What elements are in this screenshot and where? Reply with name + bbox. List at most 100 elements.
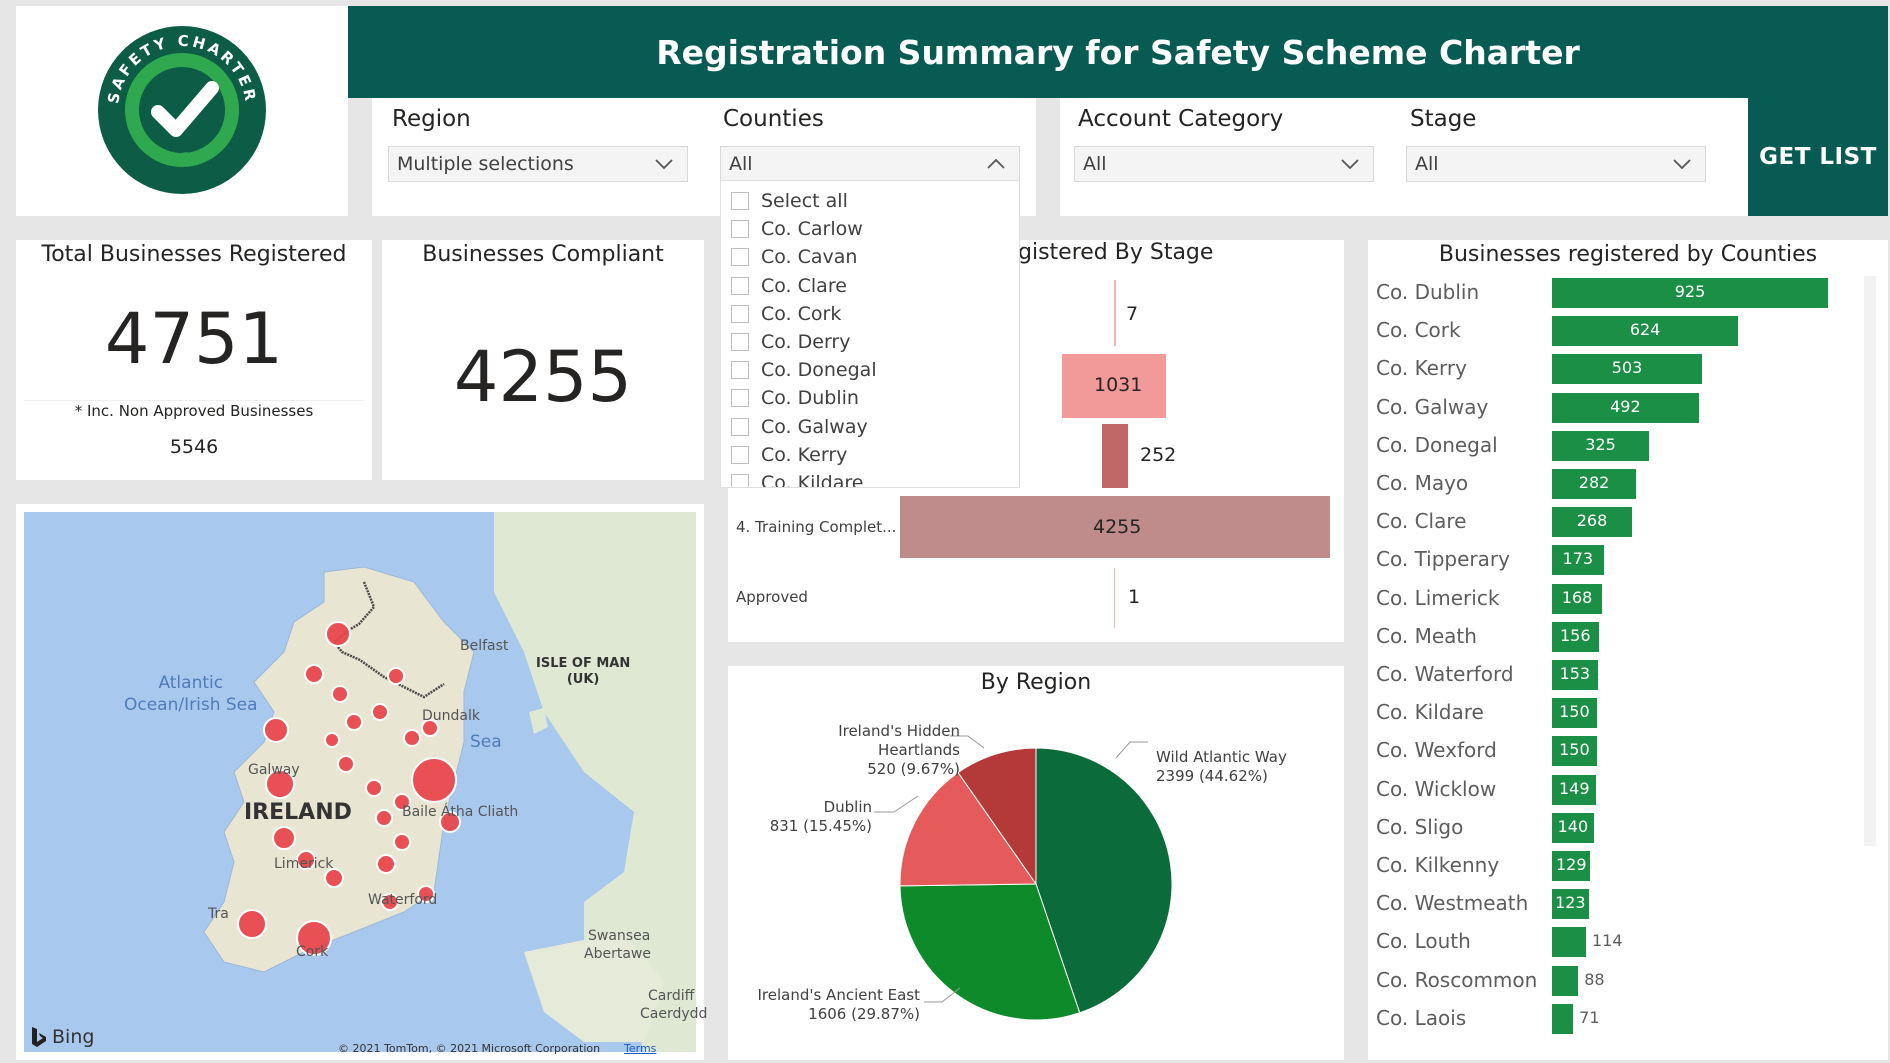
checkbox-icon[interactable]	[731, 417, 749, 436]
bing-label: Bing	[52, 1026, 95, 1048]
county-bar-value: 282	[1578, 473, 1610, 492]
county-bar-value: 129	[1555, 855, 1587, 874]
map-label-belfast: Belfast	[460, 638, 509, 654]
county-option[interactable]: Co. Derry	[731, 328, 851, 356]
county-option[interactable]: Co. Dublin	[731, 384, 859, 412]
checkbox-icon[interactable]	[731, 220, 749, 239]
county-bar-label: Co. Dublin	[1376, 280, 1480, 304]
account-category-dropdown[interactable]: All	[1074, 146, 1374, 182]
county-option-label: Co. Clare	[761, 274, 847, 297]
county-option[interactable]: Co. Clare	[731, 272, 847, 300]
stage-value: 1	[1128, 586, 1141, 608]
stage-dropdown-value: All	[1415, 153, 1439, 175]
county-bar-label: Co. Donegal	[1376, 432, 1498, 457]
stage-value: 7	[1126, 303, 1139, 325]
pie-label-name: Ireland's Ancient East	[757, 986, 920, 1004]
county-option-label: Select all	[761, 190, 848, 212]
county-option[interactable]: Co. Kerry	[731, 441, 847, 469]
bing-logo: Bing	[30, 1026, 94, 1048]
stage-value: 252	[1140, 444, 1177, 466]
county-bar-label: Co. Wexford	[1376, 738, 1497, 763]
page-title: Registration Summary for Safety Scheme C…	[348, 6, 1888, 98]
stage-row-label: 4. Training Complet...	[736, 518, 897, 536]
counties-dropdown[interactable]: All	[720, 146, 1020, 182]
county-bar-value: 71	[1579, 1007, 1600, 1027]
county-bar-label: Co. Kerry	[1376, 356, 1467, 381]
checkbox-icon[interactable]	[731, 389, 749, 408]
stage-bar[interactable]	[1114, 280, 1116, 346]
map-label-isle-of-man: ISLE OF MAN (UK)	[536, 656, 631, 687]
county-option-label: Co. Cavan	[761, 246, 858, 269]
pie-label-hidden-heartlands: Ireland's Hidden Heartlands 520 (9.67%)	[764, 722, 960, 779]
pie-label-value: 2399 (44.62%)	[1156, 767, 1268, 785]
county-bar-value: 153	[1559, 664, 1591, 683]
get-list-button[interactable]: GET LIST	[1748, 98, 1888, 216]
county-bar-value: 114	[1592, 931, 1623, 951]
map-terms-link[interactable]: Terms	[624, 1042, 656, 1055]
county-bar-value: 149	[1558, 778, 1590, 798]
county-bar-value: 325	[1585, 434, 1616, 454]
county-bar-label: Co. Cork	[1376, 318, 1461, 343]
map-label-baile: Baile Átha Cliath	[402, 804, 519, 820]
account-category-slicer-label: Account Category	[1078, 106, 1284, 132]
kpi-value: 4255	[453, 336, 633, 418]
stage-bar[interactable]	[1102, 424, 1128, 488]
region-pie-card: By Region Wild Atlantic Way 2399 (44.62%…	[728, 666, 1344, 1060]
county-option[interactable]: Co. Cavan	[731, 243, 857, 271]
compliant-card: Businesses Compliant 4255	[382, 240, 704, 480]
county-bar-value: 503	[1611, 358, 1643, 378]
county-bar-value: 624	[1629, 320, 1661, 340]
stage-value: 4255	[1093, 516, 1142, 538]
ireland-map[interactable]	[24, 512, 696, 1052]
county-option[interactable]: Co. Cork	[731, 300, 841, 328]
checkbox-icon[interactable]	[731, 304, 749, 323]
county-bar-value: 492	[1610, 396, 1641, 416]
region-dropdown[interactable]: Multiple selections	[388, 146, 688, 182]
checkbox-icon[interactable]	[731, 474, 749, 487]
county-bar-value: 123	[1555, 893, 1586, 913]
stage-slicer-label: Stage	[1410, 106, 1477, 132]
county-option[interactable]: Select all	[731, 187, 848, 215]
county-option[interactable]: Co. Donegal	[731, 356, 877, 384]
counties-dropdown-list[interactable]: Select all Co. Carlow Co. Cavan Co. Clare Co…	[720, 180, 1020, 488]
county-bar-value: 268	[1576, 511, 1608, 531]
county-option-label: Co. Donegal	[761, 359, 877, 382]
county-bar-value: 88	[1584, 969, 1605, 989]
county-bar[interactable]	[1552, 1003, 1574, 1034]
stage-value: 1031	[1094, 374, 1143, 396]
checkbox-icon[interactable]	[731, 276, 749, 295]
map-label-waterford: Waterford	[368, 892, 438, 908]
map-copyright: © 2021 TomTom, © 2021 Microsoft Corporat…	[338, 1042, 601, 1055]
county-bar-label: Co. Mayo	[1376, 471, 1469, 495]
county-bar-label: Co. Kilkenny	[1376, 853, 1500, 877]
county-option-label: Co. Dublin	[761, 387, 859, 410]
county-bar-label: Co. Roscommon	[1376, 967, 1538, 992]
county-option[interactable]: Co. Carlow	[731, 215, 863, 243]
map-label-limerick: Limerick	[274, 856, 334, 872]
chevron-up-icon	[987, 158, 1005, 169]
stage-dropdown[interactable]: All	[1406, 146, 1706, 182]
map-label-ireland: IRELAND	[244, 800, 352, 825]
counties-dropdown-value: All	[729, 153, 753, 175]
county-bar-label: Co. Wicklow	[1376, 776, 1497, 801]
kpi-note: * Inc. Non Approved Businesses	[74, 402, 314, 420]
checkbox-icon[interactable]	[731, 333, 749, 351]
checkbox-icon[interactable]	[731, 248, 749, 267]
pie-label-wild-atlantic: Wild Atlantic Way 2399 (44.62%)	[1156, 748, 1287, 786]
county-bar[interactable]	[1552, 927, 1586, 958]
county-option-label: Co. Carlow	[761, 218, 863, 241]
checkbox-icon[interactable]	[731, 361, 749, 380]
checkbox-icon[interactable]	[731, 445, 749, 464]
safety-charter-logo: SAFETY CHARTER COVID-19	[98, 26, 266, 194]
county-bar-label: Co. Sligo	[1376, 814, 1464, 839]
chart-scrollbar[interactable]	[1864, 276, 1876, 846]
region-dropdown-value: Multiple selections	[397, 153, 574, 175]
stage-bar[interactable]	[1114, 568, 1115, 628]
checkbox-icon[interactable]	[731, 192, 749, 210]
county-bar-label: Co. Westmeath	[1376, 891, 1529, 916]
county-bar[interactable]	[1552, 965, 1579, 996]
kpi-title: Businesses Compliant	[422, 242, 664, 267]
county-option[interactable]: Co. Kildare	[731, 469, 863, 487]
county-option[interactable]: Co. Galway	[731, 413, 868, 441]
county-bar-value: 150	[1559, 740, 1590, 760]
